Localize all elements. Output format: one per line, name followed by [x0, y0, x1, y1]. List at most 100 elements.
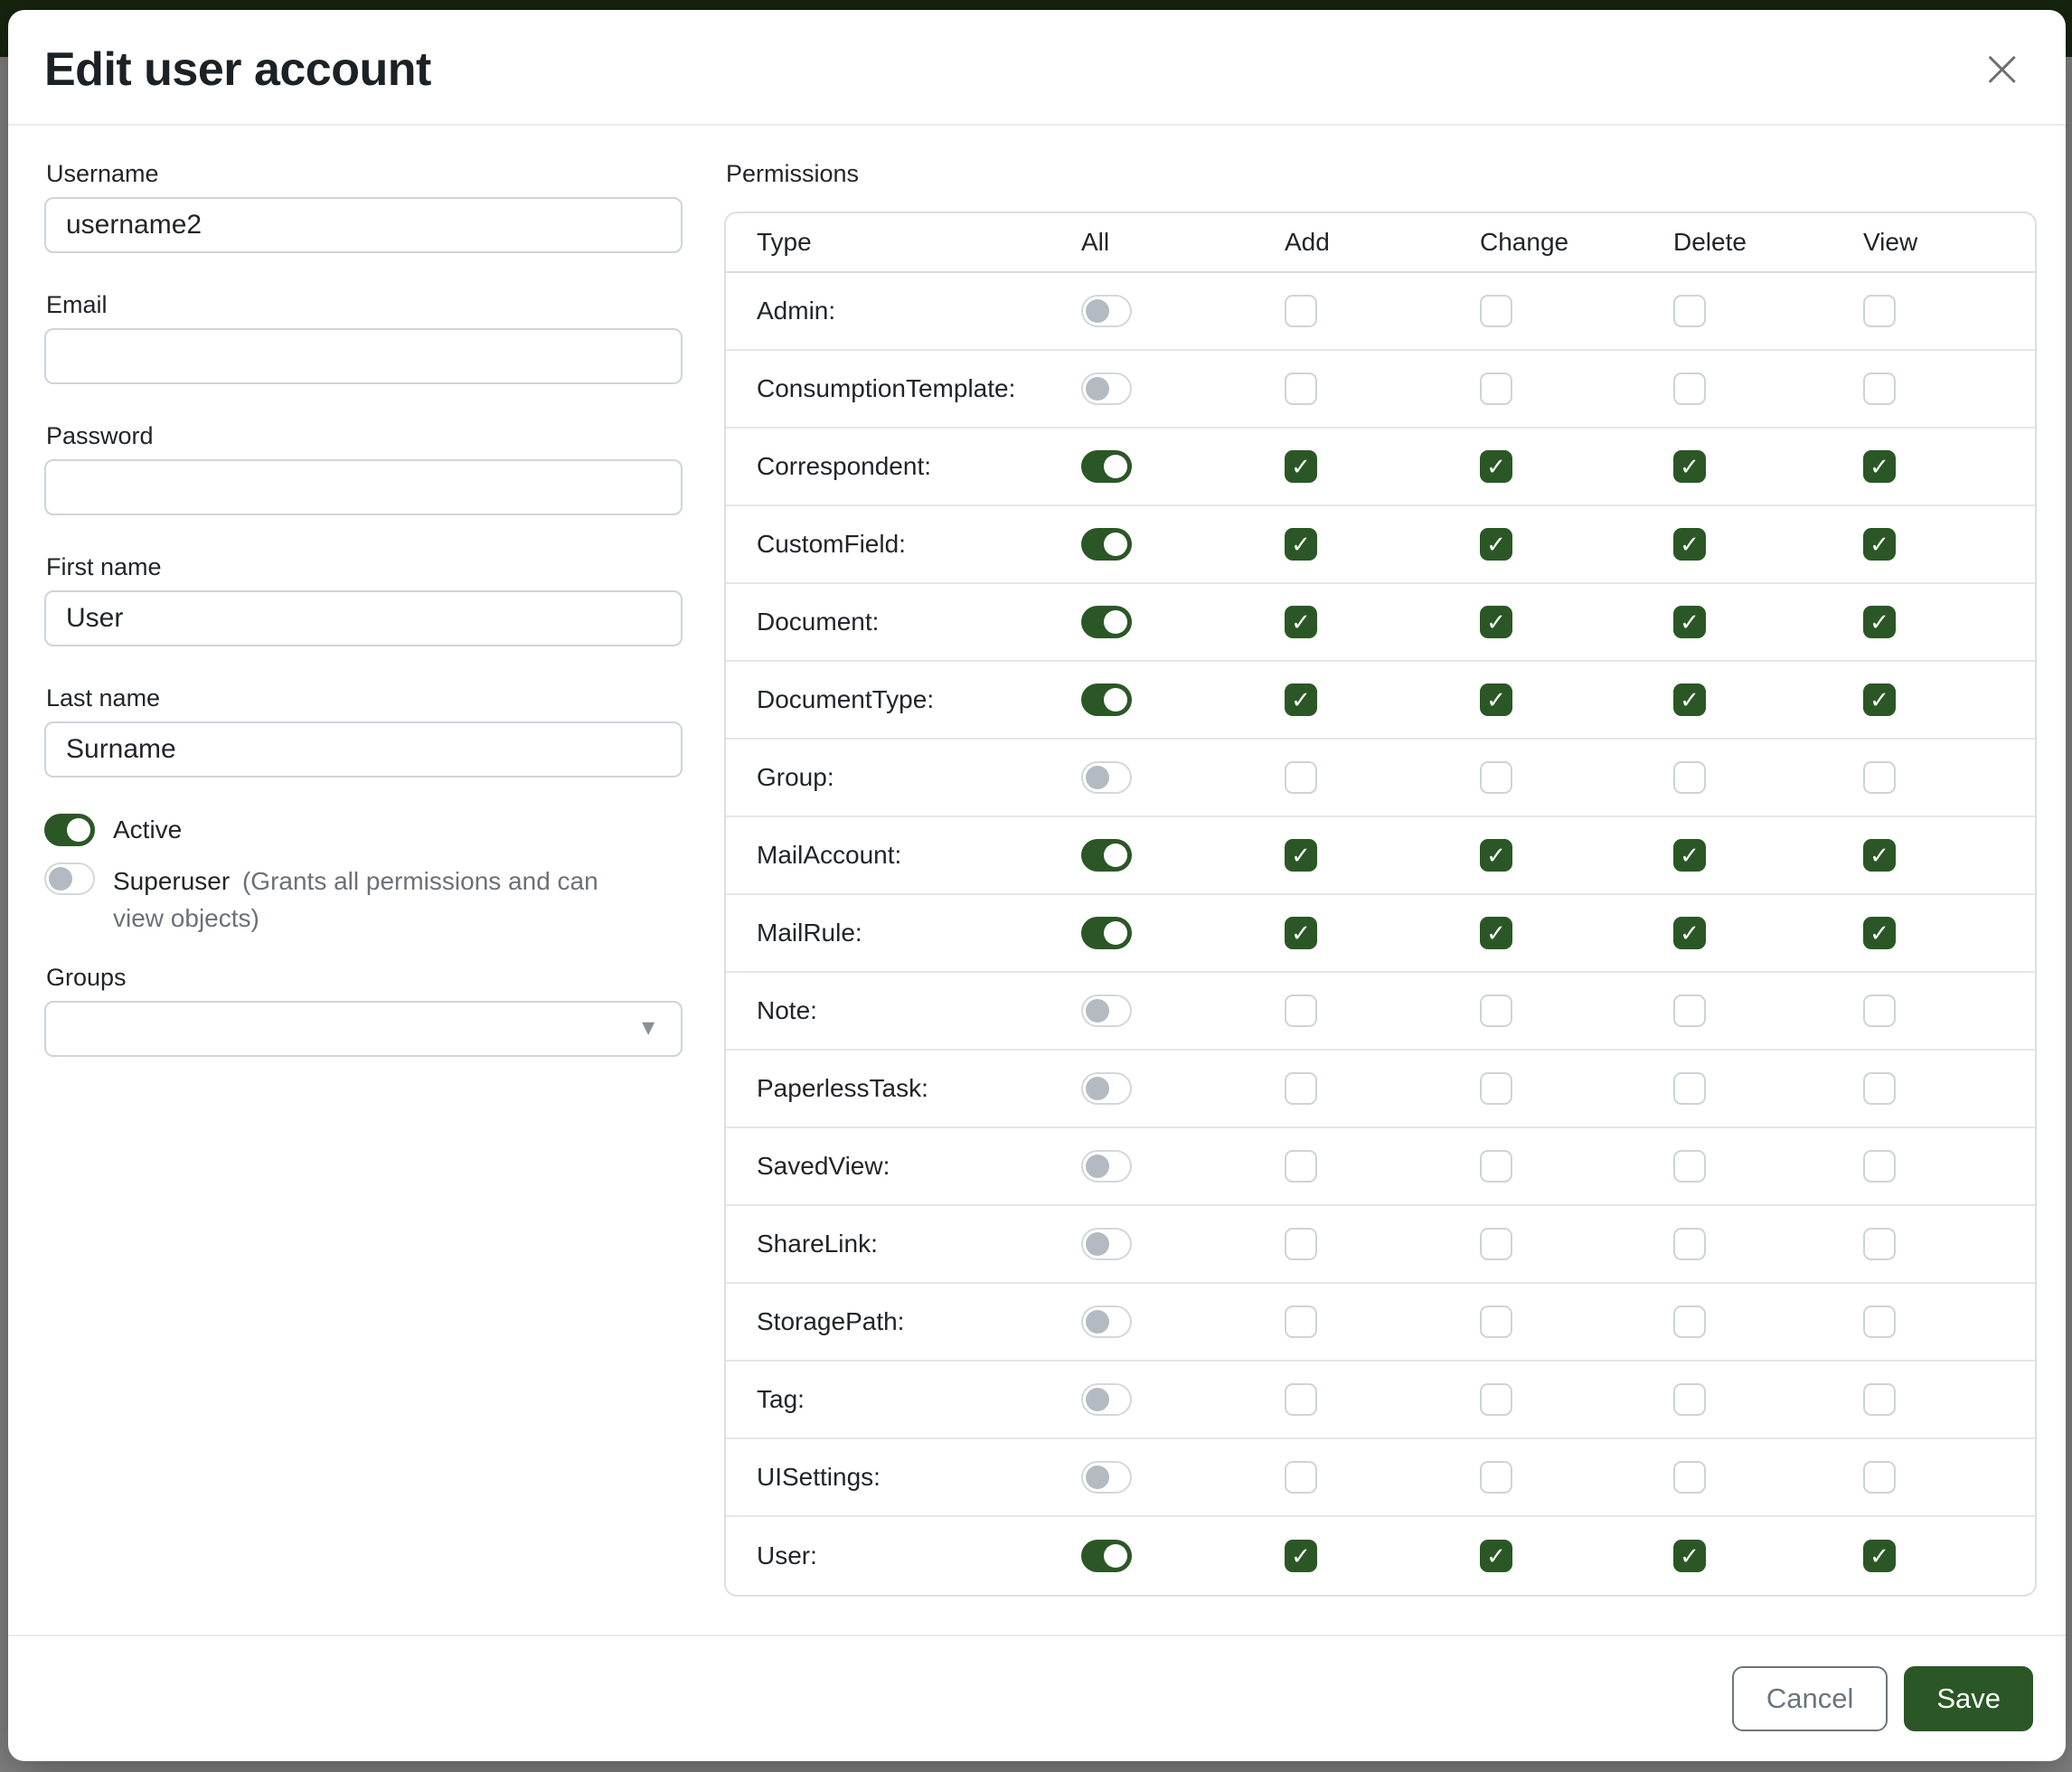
- email-input[interactable]: [44, 328, 683, 384]
- documenttype-change-checkbox[interactable]: ✓: [1480, 683, 1512, 716]
- storagepath-all-toggle[interactable]: [1081, 1305, 1132, 1338]
- admin-change-checkbox[interactable]: [1480, 295, 1512, 327]
- tag-change-checkbox[interactable]: [1480, 1383, 1512, 1416]
- close-icon[interactable]: ×: [1974, 44, 2030, 91]
- uisettings-add-checkbox[interactable]: [1285, 1461, 1317, 1494]
- uisettings-delete-checkbox[interactable]: [1673, 1461, 1706, 1494]
- document-view-checkbox[interactable]: ✓: [1863, 606, 1896, 638]
- documenttype-add-checkbox[interactable]: ✓: [1285, 683, 1317, 716]
- active-toggle[interactable]: [44, 814, 95, 846]
- savedview-add-checkbox[interactable]: [1285, 1150, 1317, 1183]
- note-delete-checkbox[interactable]: [1673, 994, 1706, 1027]
- customfield-add-checkbox[interactable]: ✓: [1285, 528, 1317, 561]
- uisettings-change-checkbox[interactable]: [1480, 1461, 1512, 1494]
- note-change-checkbox[interactable]: [1480, 994, 1512, 1027]
- consumptiontemplate-delete-checkbox[interactable]: [1673, 372, 1706, 405]
- first-name-label: First name: [46, 553, 683, 581]
- cancel-button[interactable]: Cancel: [1732, 1666, 1888, 1731]
- storagepath-view-checkbox[interactable]: [1863, 1305, 1896, 1338]
- document-delete-checkbox[interactable]: ✓: [1673, 606, 1706, 638]
- tag-view-checkbox[interactable]: [1863, 1383, 1896, 1416]
- permission-row-paperlesstask: PaperlessTask:: [726, 1051, 2035, 1128]
- user-delete-checkbox[interactable]: ✓: [1673, 1540, 1706, 1572]
- admin-view-checkbox[interactable]: [1863, 295, 1896, 327]
- note-add-checkbox[interactable]: [1285, 994, 1317, 1027]
- last-name-input[interactable]: [44, 721, 683, 778]
- tag-all-toggle[interactable]: [1081, 1383, 1132, 1416]
- admin-all-toggle[interactable]: [1081, 295, 1132, 327]
- password-input[interactable]: [44, 459, 683, 515]
- sharelink-view-checkbox[interactable]: [1863, 1228, 1896, 1260]
- groups-select[interactable]: ▼: [44, 1001, 683, 1057]
- customfield-all-toggle[interactable]: [1081, 528, 1132, 561]
- tag-add-checkbox[interactable]: [1285, 1383, 1317, 1416]
- storagepath-add-checkbox[interactable]: [1285, 1305, 1317, 1338]
- paperlesstask-change-checkbox[interactable]: [1480, 1072, 1512, 1105]
- savedview-change-checkbox[interactable]: [1480, 1150, 1512, 1183]
- mailaccount-view-checkbox[interactable]: ✓: [1863, 839, 1896, 872]
- admin-add-checkbox[interactable]: [1285, 295, 1317, 327]
- mailrule-delete-checkbox[interactable]: ✓: [1673, 917, 1706, 949]
- group-add-checkbox[interactable]: [1285, 761, 1317, 794]
- consumptiontemplate-all-toggle[interactable]: [1081, 372, 1132, 405]
- correspondent-change-checkbox[interactable]: ✓: [1480, 450, 1512, 483]
- note-all-toggle[interactable]: [1081, 994, 1132, 1027]
- document-add-checkbox[interactable]: ✓: [1285, 606, 1317, 638]
- customfield-view-checkbox[interactable]: ✓: [1863, 528, 1896, 561]
- mailaccount-change-checkbox[interactable]: ✓: [1480, 839, 1512, 872]
- documenttype-view-checkbox[interactable]: ✓: [1863, 683, 1896, 716]
- save-button[interactable]: Save: [1904, 1666, 2033, 1731]
- savedview-delete-checkbox[interactable]: [1673, 1150, 1706, 1183]
- sharelink-change-checkbox[interactable]: [1480, 1228, 1512, 1260]
- correspondent-add-checkbox[interactable]: ✓: [1285, 450, 1317, 483]
- group-all-toggle[interactable]: [1081, 761, 1132, 794]
- mailaccount-add-checkbox[interactable]: ✓: [1285, 839, 1317, 872]
- tag-delete-checkbox[interactable]: [1673, 1383, 1706, 1416]
- uisettings-view-checkbox[interactable]: [1863, 1461, 1896, 1494]
- paperlesstask-add-checkbox[interactable]: [1285, 1072, 1317, 1105]
- sharelink-add-checkbox[interactable]: [1285, 1228, 1317, 1260]
- document-all-toggle[interactable]: [1081, 606, 1132, 638]
- paperlesstask-view-checkbox[interactable]: [1863, 1072, 1896, 1105]
- mailaccount-delete-checkbox[interactable]: ✓: [1673, 839, 1706, 872]
- documenttype-delete-checkbox[interactable]: ✓: [1673, 683, 1706, 716]
- correspondent-view-checkbox[interactable]: ✓: [1863, 450, 1896, 483]
- paperlesstask-delete-checkbox[interactable]: [1673, 1072, 1706, 1105]
- paperlesstask-all-toggle[interactable]: [1081, 1072, 1132, 1105]
- user-add-checkbox[interactable]: ✓: [1285, 1540, 1317, 1572]
- note-view-checkbox[interactable]: [1863, 994, 1896, 1027]
- group-change-checkbox[interactable]: [1480, 761, 1512, 794]
- mailrule-add-checkbox[interactable]: ✓: [1285, 917, 1317, 949]
- permission-row-consumptiontemplate: ConsumptionTemplate:: [726, 351, 2035, 429]
- savedview-view-checkbox[interactable]: [1863, 1150, 1896, 1183]
- username-input[interactable]: [44, 197, 683, 253]
- consumptiontemplate-view-checkbox[interactable]: [1863, 372, 1896, 405]
- group-delete-checkbox[interactable]: [1673, 761, 1706, 794]
- sharelink-all-toggle[interactable]: [1081, 1228, 1132, 1260]
- mailrule-change-checkbox[interactable]: ✓: [1480, 917, 1512, 949]
- superuser-toggle[interactable]: [44, 862, 95, 895]
- correspondent-delete-checkbox[interactable]: ✓: [1673, 450, 1706, 483]
- savedview-all-toggle[interactable]: [1081, 1150, 1132, 1183]
- user-change-checkbox[interactable]: ✓: [1480, 1540, 1512, 1572]
- correspondent-all-toggle[interactable]: [1081, 450, 1132, 483]
- consumptiontemplate-add-checkbox[interactable]: [1285, 372, 1317, 405]
- mailrule-all-toggle[interactable]: [1081, 917, 1132, 949]
- toggle-knob: [1086, 1466, 1109, 1489]
- customfield-delete-checkbox[interactable]: ✓: [1673, 528, 1706, 561]
- uisettings-all-toggle[interactable]: [1081, 1461, 1132, 1494]
- first-name-input[interactable]: [44, 590, 683, 646]
- customfield-change-checkbox[interactable]: ✓: [1480, 528, 1512, 561]
- document-change-checkbox[interactable]: ✓: [1480, 606, 1512, 638]
- user-all-toggle[interactable]: [1081, 1540, 1132, 1572]
- user-view-checkbox[interactable]: ✓: [1863, 1540, 1896, 1572]
- documenttype-all-toggle[interactable]: [1081, 683, 1132, 716]
- consumptiontemplate-change-checkbox[interactable]: [1480, 372, 1512, 405]
- admin-delete-checkbox[interactable]: [1673, 295, 1706, 327]
- sharelink-delete-checkbox[interactable]: [1673, 1228, 1706, 1260]
- mailaccount-all-toggle[interactable]: [1081, 839, 1132, 872]
- storagepath-delete-checkbox[interactable]: [1673, 1305, 1706, 1338]
- mailrule-view-checkbox[interactable]: ✓: [1863, 917, 1896, 949]
- storagepath-change-checkbox[interactable]: [1480, 1305, 1512, 1338]
- group-view-checkbox[interactable]: [1863, 761, 1896, 794]
